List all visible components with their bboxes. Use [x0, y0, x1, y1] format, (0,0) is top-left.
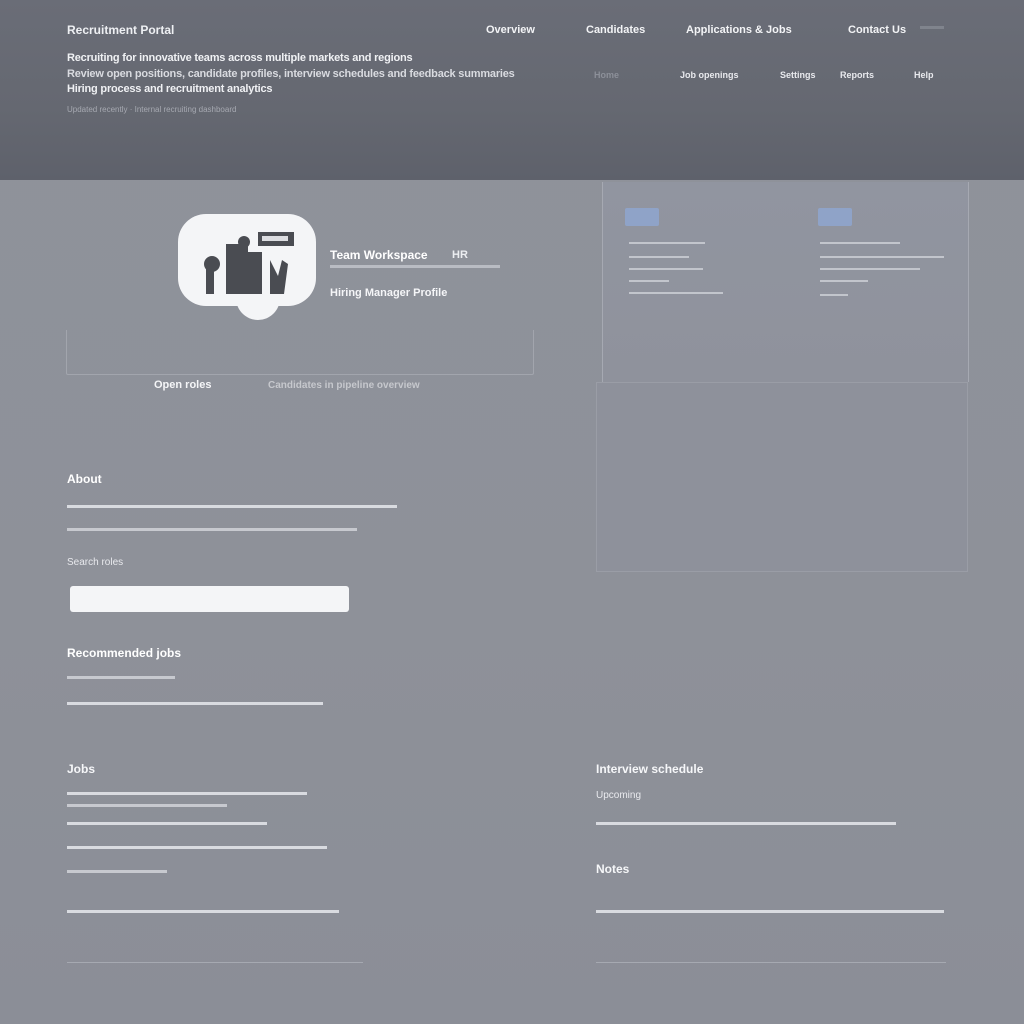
profile-panel — [66, 330, 534, 375]
interview-card: Interview schedule Upcoming Notes — [596, 752, 946, 963]
search-input[interactable] — [70, 586, 349, 612]
widget-card-2 — [800, 182, 969, 382]
nav-contact[interactable]: Contact Us — [848, 24, 906, 36]
recommended-line — [67, 702, 323, 705]
nav-divider — [920, 26, 944, 29]
widget-2-line — [820, 268, 920, 270]
profile-subtitle: Hiring Manager Profile — [330, 287, 448, 299]
team-logo-icon — [204, 232, 294, 294]
header-meta: Updated recently · Internal recruiting d… — [67, 105, 237, 114]
widget-1-button[interactable] — [625, 208, 659, 226]
nav-overview[interactable]: Overview — [486, 24, 535, 36]
jobs-line — [67, 792, 307, 795]
widget-2-line — [820, 280, 868, 282]
jobs-line — [67, 846, 327, 849]
profile-name[interactable]: Team Workspace — [330, 248, 428, 262]
interview-notes-title: Notes — [596, 862, 630, 876]
profile-divider — [330, 265, 500, 268]
brand-title[interactable]: Recruitment Portal — [67, 23, 174, 37]
jobs-card-title: Jobs — [67, 762, 96, 776]
widget-2-line — [820, 294, 848, 296]
widget-1-line — [629, 280, 669, 282]
interview-card-subtitle: Upcoming — [596, 790, 642, 801]
subnav-home[interactable]: Home — [594, 70, 619, 80]
recommended-title: Recommended jobs — [67, 646, 182, 660]
jobs-line — [67, 822, 267, 825]
header-subheadline: Review open positions, candidate profile… — [67, 68, 515, 80]
interview-line — [596, 910, 944, 913]
widget-1-line — [629, 256, 689, 258]
widget-1-line — [629, 268, 703, 270]
interview-line — [596, 822, 896, 825]
subnav-settings[interactable]: Settings — [780, 70, 816, 80]
about-title: About — [67, 472, 102, 486]
about-text-line — [67, 505, 397, 508]
jobs-line — [67, 910, 339, 913]
about-text-line — [67, 528, 357, 531]
jobs-line — [67, 804, 227, 807]
nav-applications[interactable]: Applications & Jobs — [686, 24, 792, 36]
search-label: Search roles — [67, 557, 124, 568]
widget-1-line — [629, 242, 705, 244]
stat-label: Open roles — [154, 379, 212, 391]
recommended-line — [67, 676, 175, 679]
header-tagline: Hiring process and recruitment analytics — [67, 83, 273, 95]
jobs-line — [67, 870, 167, 873]
team-logo — [178, 214, 316, 306]
widget-1-line — [629, 292, 723, 294]
widget-2-line — [820, 242, 900, 244]
jobs-card: Jobs — [67, 752, 363, 963]
interview-card-title: Interview schedule — [596, 762, 704, 776]
subnav-reports[interactable]: Reports — [840, 70, 874, 80]
widget-card-1 — [602, 182, 802, 382]
stat-value: Candidates in pipeline overview — [268, 380, 420, 391]
subnav-job-openings[interactable]: Job openings — [680, 70, 739, 80]
widget-2-button[interactable] — [818, 208, 852, 226]
header-headline: Recruiting for innovative teams across m… — [67, 52, 413, 64]
widget-preview-area — [596, 382, 968, 572]
nav-candidates[interactable]: Candidates — [586, 24, 645, 36]
subnav-help[interactable]: Help — [914, 70, 934, 80]
widget-2-line — [820, 256, 944, 258]
profile-badge: HR — [452, 249, 468, 261]
